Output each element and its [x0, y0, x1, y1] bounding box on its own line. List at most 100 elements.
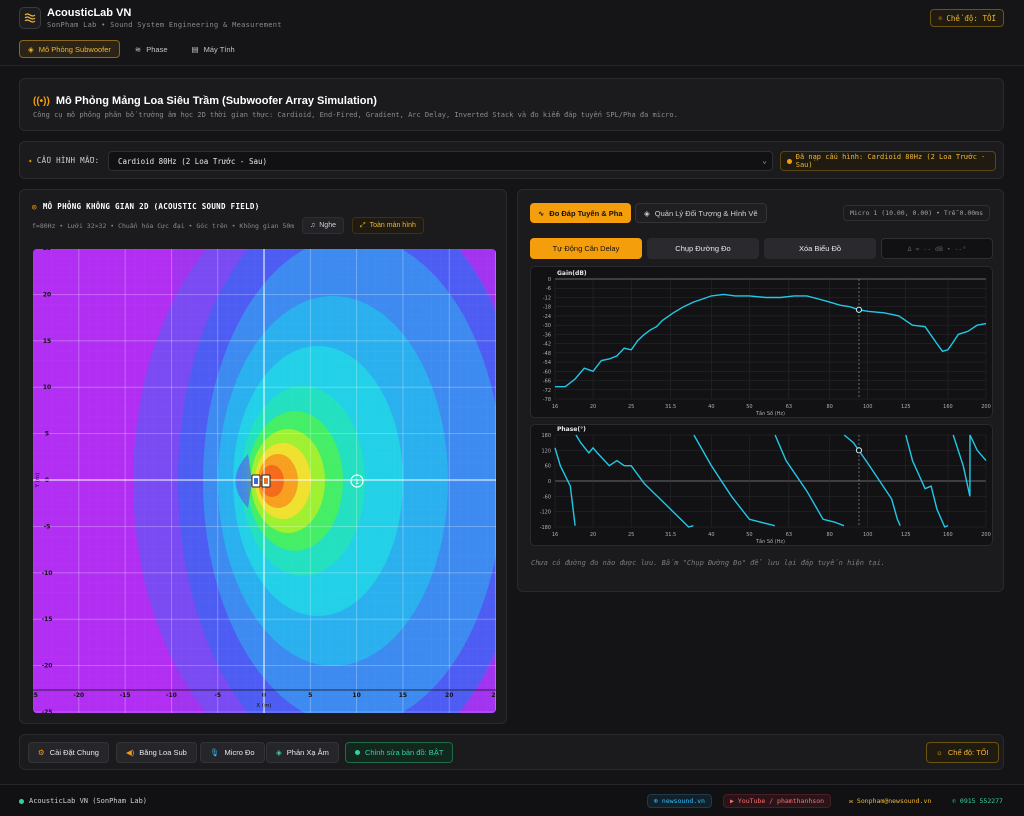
preset-select[interactable]: Cardioid 80Hz (2 Loa Trước - Sau) ⌄	[108, 151, 773, 171]
y-tick-label: -12	[543, 295, 551, 301]
theme-toggle-bottom[interactable]: ☼ Chế độ: TỐI	[926, 742, 999, 763]
phase-chart-svg[interactable]: 180 120 60 0 -60 -120 -18016 20 25 31.5 40 50 63 80 10…	[531, 425, 992, 545]
tab-subwoofer[interactable]: ◈ Mô Phỏng Subwoofer	[19, 40, 120, 58]
sound-field-svg[interactable]: -25-20-15-10-505101520252520151050-5-10-…	[33, 249, 496, 713]
app-subtitle: SonPham Lab • Sound System Engineering &…	[47, 21, 282, 29]
speaker-icon: ◀)	[126, 748, 135, 757]
intro-panel: ((•)) Mô Phỏng Mảng Loa Siêu Trầm (Subwo…	[19, 78, 1004, 131]
y-tick-label: 5	[45, 431, 49, 438]
tab-response-phase[interactable]: ∿ Đo Đáp Tuyến & Pha	[530, 203, 631, 223]
x-axis-label: Tần Số (Hz)	[755, 409, 785, 417]
preset-status-badge: Đã nạp cấu hình: Cardioid 80Hz (2 Loa Tr…	[780, 151, 996, 171]
sub-array-button[interactable]: ◀) Băng Loa Sub	[116, 742, 197, 763]
auto-delay-button[interactable]: Tự Động Căn Delay	[530, 238, 642, 259]
sun-icon: ☼	[937, 13, 943, 23]
preset-label-row: ✦ CẤU HÌNH MẪU:	[28, 156, 99, 165]
x-tick-label: 25	[491, 692, 496, 699]
button-label: Chế độ: TỐI	[947, 748, 989, 757]
x-tick-label: 63	[786, 532, 792, 538]
y-tick-label: -180	[540, 525, 551, 531]
gain-chart[interactable]: 0 -6 -12 -18 -24 -30 -36 -42 -48 -54 -60 -66 -72 -78 1…	[530, 266, 993, 418]
y-tick-label: -15	[42, 616, 53, 623]
link-text: 0915 552277	[959, 797, 1003, 805]
listen-label: Nghe	[319, 222, 336, 229]
empty-traces-message: Chưa có đường đo nào được lưu. Bấm "Chụp…	[531, 559, 886, 567]
y-axis-label: Y (m)	[35, 473, 41, 489]
y-tick-label: -25	[42, 709, 53, 713]
status-dot	[355, 750, 360, 755]
capture-trace-button[interactable]: Chụp Đường Đo	[647, 238, 759, 259]
bottom-toolbar: ⚙ Cài Đặt Chung ◀) Băng Loa Sub 🎙 Micro …	[19, 734, 1004, 770]
clear-chart-button[interactable]: Xóa Biểu Đồ	[764, 238, 876, 259]
phone-link[interactable]: ✆ 0915 552277	[946, 794, 1009, 808]
general-settings-button[interactable]: ⚙ Cài Đặt Chung	[28, 742, 109, 763]
y-tick-label: -5	[44, 523, 51, 530]
preset-status-text: Đã nạp cấu hình: Cardioid 80Hz (2 Loa Tr…	[795, 153, 986, 169]
sound-field-title: MÔ PHỎNG KHÔNG GIAN 2D (ACOUSTIC SOUND F…	[42, 202, 260, 211]
x-tick-label: 16	[552, 532, 558, 538]
mic-button[interactable]: 🎙 Micro Đo	[200, 742, 265, 763]
reflection-button[interactable]: ◈ Phản Xạ Âm	[266, 742, 339, 763]
listen-button[interactable]: ♫ Nghe	[302, 217, 344, 234]
x-tick-label: 50	[746, 532, 752, 538]
x-tick-label: 40	[708, 404, 714, 410]
wave-icon: ≋	[134, 44, 142, 54]
broadcast-icon: ((•))	[33, 95, 50, 107]
tab-phase[interactable]: ≋ Phase	[126, 40, 177, 58]
target-icon: ◎	[32, 202, 37, 211]
cursor-point	[855, 306, 863, 313]
x-tick-label: 20	[590, 532, 596, 538]
page-description: Công cụ mô phỏng phân bố trường âm học 2…	[33, 111, 678, 119]
preset-selected-value: Cardioid 80Hz (2 Loa Trước - Sau)	[118, 156, 268, 166]
y-tick-label: 120	[541, 448, 551, 454]
x-axis-label: X (m)	[256, 703, 271, 709]
y-tick-label: -6	[546, 286, 551, 292]
fullscreen-label: Toàn màn hình	[369, 222, 416, 229]
fullscreen-button[interactable]: ⤢ Toàn màn hình	[352, 217, 424, 234]
magic-wand-icon: ✦	[28, 156, 33, 165]
theme-toggle-top[interactable]: ☼ Chế độ: TỐI	[929, 9, 1004, 27]
y-tick-label: -30	[543, 323, 551, 329]
preset-config-bar: ✦ CẤU HÌNH MẪU: Cardioid 80Hz (2 Loa Trư…	[19, 141, 1004, 179]
app-title: AcousticLab VN	[47, 7, 132, 19]
phase-chart[interactable]: 180 120 60 0 -60 -120 -180 16 20 25 31.5 40 50 63 80 10…	[530, 424, 993, 546]
edit-map-toggle[interactable]: Chỉnh sửa bản đồ: BẬT	[345, 742, 454, 763]
y-tick-label: 0	[548, 479, 551, 485]
series-line	[555, 293, 987, 388]
tab-calculator[interactable]: ▤ Máy Tính	[183, 40, 244, 58]
y-tick-label: -60	[543, 369, 551, 375]
calculator-icon: ▤	[191, 44, 199, 54]
y-tick-label: 15	[43, 338, 51, 345]
expand-icon: ⤢	[360, 221, 366, 229]
x-tick-label: 160	[943, 532, 953, 538]
website-link[interactable]: ⊕ newsound.vn	[647, 794, 712, 808]
pulse-icon: ∿	[538, 208, 545, 218]
sound-field-panel: ◎ MÔ PHỎNG KHÔNG GIAN 2D (ACOUSTIC SOUND…	[19, 189, 507, 724]
delta-readout-field[interactable]: Δ = -- dB • --°	[881, 238, 993, 259]
measurement-panel: ∿ Đo Đáp Tuyến & Pha ◈ Quản Lý Đối Tượng…	[517, 189, 1004, 592]
y-tick-label: -20	[42, 663, 53, 670]
y-tick-label: 180	[541, 433, 551, 439]
x-tick-label: 25	[628, 532, 634, 538]
y-tick-label: -18	[543, 305, 551, 311]
x-tick-label: 40	[708, 532, 714, 538]
youtube-link[interactable]: ▶ YouTube / phamthanhson	[723, 794, 832, 808]
cursor-point	[855, 447, 863, 454]
gain-chart-svg[interactable]: 0-6-12-18-24-30-36-42-48-54-60-66-72-781…	[531, 267, 992, 417]
y-tick-label: 25	[43, 249, 51, 252]
layers-icon: ◈	[644, 208, 650, 218]
button-label: Micro Đo	[224, 748, 255, 757]
theme-label: Chế độ: TỐI	[946, 13, 996, 23]
x-tick-label: -10	[166, 692, 177, 699]
footer: AcousticLab VN (SonPham Lab) ⊕ newsound.…	[0, 784, 1024, 816]
sound-field-map[interactable]: -25-20-15-10-505101520252520151050-5-10-…	[33, 249, 496, 713]
tab-label: Đo Đáp Tuyến & Pha	[549, 208, 623, 218]
main-tabs: ◈ Mô Phỏng Subwoofer ≋ Phase ▤ Máy Tính	[19, 40, 244, 58]
chevron-down-icon: ⌄	[762, 156, 767, 165]
page-title-row: ((•)) Mô Phỏng Mảng Loa Siêu Trầm (Subwo…	[33, 95, 377, 107]
email-link[interactable]: ✉ Sonpham@newsound.vn	[843, 794, 937, 808]
button-label: Băng Loa Sub	[139, 748, 187, 757]
x-axis-label: Tần Số (Hz)	[755, 537, 785, 545]
tab-object-manager[interactable]: ◈ Quản Lý Đối Tượng & Hình Vẽ	[635, 203, 767, 223]
mic-icon: 🎙	[210, 748, 220, 757]
